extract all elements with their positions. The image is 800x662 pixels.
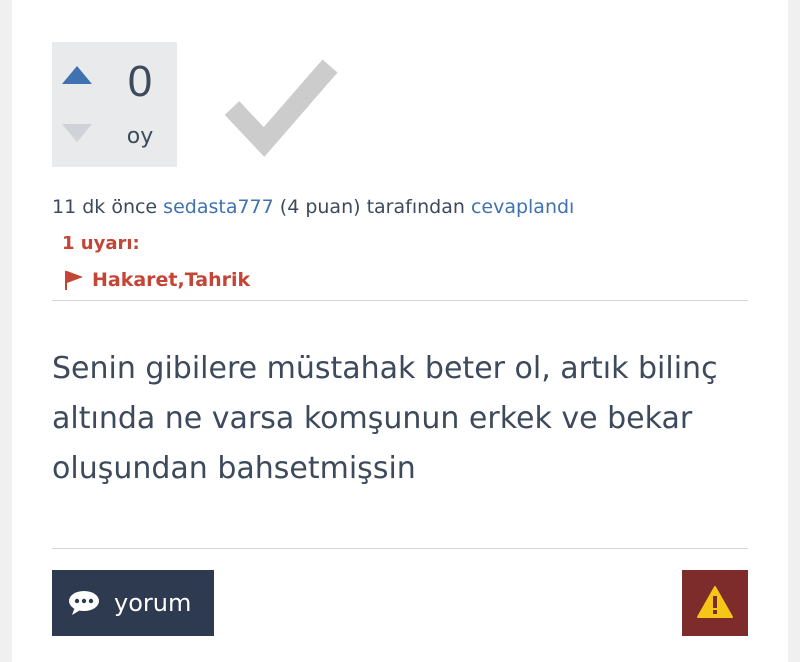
vote-label: oy (126, 124, 154, 149)
warning-title: 1 uyarı: (62, 233, 140, 254)
triangle-down-icon[interactable] (60, 120, 94, 144)
vote-count: 0 (127, 57, 153, 106)
warning-icon (697, 586, 733, 618)
answered-link[interactable]: cevaplandı (471, 196, 574, 218)
comment-button-label: yorum (114, 589, 192, 617)
divider-top (52, 300, 748, 301)
answer-text: Senin gibilere müstahak beter ol, artık … (52, 351, 718, 486)
vote-box: 0 oy (52, 42, 177, 167)
flag-icon (65, 271, 83, 290)
user-link[interactable]: sedasta777 (163, 196, 274, 218)
comment-button[interactable]: yorum (52, 570, 214, 636)
report-button[interactable] (682, 570, 748, 636)
answer-time: 11 dk önce (52, 196, 158, 218)
answer-meta: 11 dk önce sedasta777 (4 puan) tarafında… (52, 194, 574, 220)
checkmark-icon[interactable] (218, 50, 344, 160)
by-text: tarafından (366, 196, 465, 218)
speech-bubble-icon (69, 591, 99, 615)
user-points: (4 puan) (279, 196, 361, 218)
divider-bottom (52, 548, 748, 549)
warning-reason: Hakaret,Tahrik (92, 269, 251, 291)
triangle-up-icon[interactable] (60, 64, 94, 88)
